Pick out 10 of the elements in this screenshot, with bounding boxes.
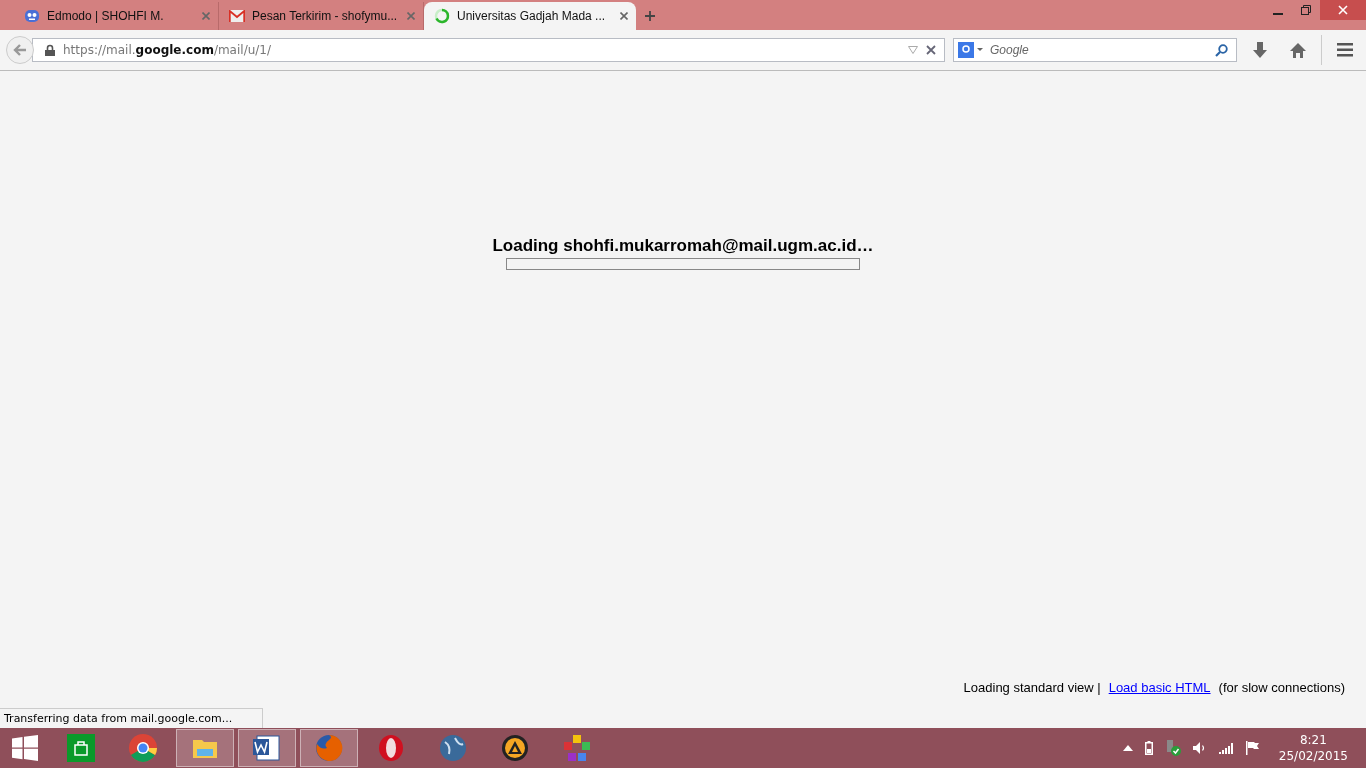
loading-status-text: Loading standard view |	[963, 680, 1101, 695]
status-bar: Transferring data from mail.google.com...	[0, 708, 263, 728]
clock[interactable]: 8:21 25/02/2015	[1278, 732, 1348, 764]
browser-tab[interactable]: Universitas Gadjah Mada ...	[424, 2, 636, 30]
address-field[interactable]: https://mail.google.com/mail/u/1/	[32, 38, 945, 62]
loading-title: Loading shohfi.mukarromah@mail.ugm.ac.id…	[492, 236, 874, 256]
search-box[interactable]: Google	[953, 38, 1237, 62]
search-field[interactable]: Google	[988, 42, 1211, 58]
basic-html-link[interactable]: Load basic HTML	[1108, 680, 1211, 695]
slow-connections-note: (for slow connections)	[1218, 680, 1345, 695]
